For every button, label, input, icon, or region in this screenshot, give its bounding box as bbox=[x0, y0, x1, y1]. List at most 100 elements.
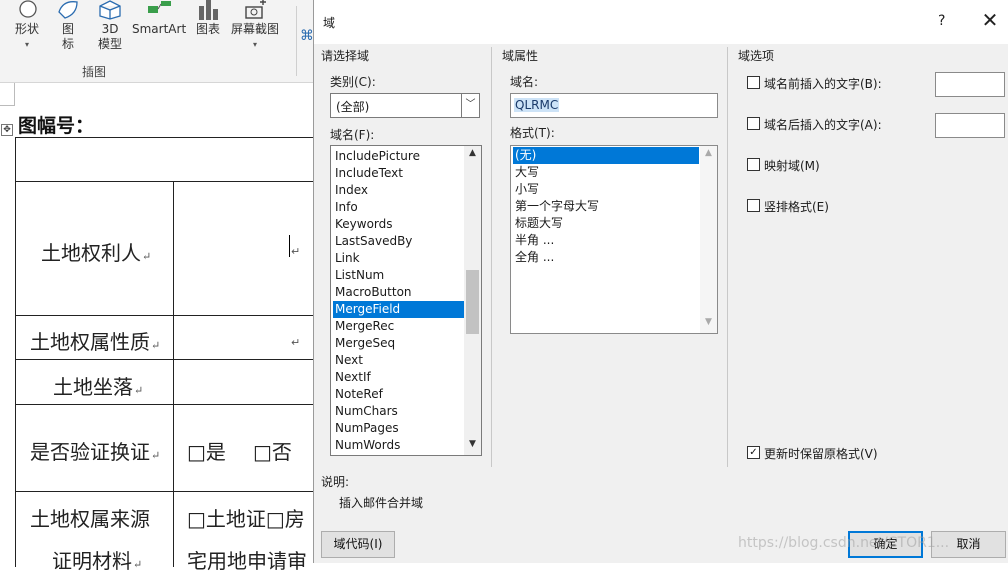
chart-icon bbox=[199, 0, 218, 20]
list-item[interactable]: 标题大写 bbox=[513, 215, 699, 232]
ribbon-3d-label: 3D 模型 bbox=[97, 22, 122, 51]
section-divider bbox=[727, 47, 728, 467]
list-item[interactable]: 半角 ... bbox=[513, 232, 699, 249]
fieldnames-listbox[interactable]: IncludePicture IncludeText Index Info Ke… bbox=[330, 145, 482, 456]
scroll-down-icon[interactable]: ▼ bbox=[700, 317, 717, 331]
scroll-up-icon[interactable]: ▲ bbox=[464, 148, 481, 162]
smartart-icon bbox=[148, 1, 171, 13]
list-item[interactable]: Info bbox=[333, 199, 465, 216]
table-move-handle-icon[interactable]: ✥ bbox=[1, 124, 13, 136]
table-line bbox=[15, 315, 325, 316]
screenshot-icon bbox=[245, 0, 266, 19]
table-line bbox=[15, 137, 325, 138]
list-item[interactable]: ListNum bbox=[333, 267, 465, 284]
ribbon-screenshot-label: 屏幕截图 bbox=[230, 22, 279, 36]
ribbon-smartart-button[interactable]: SmartArt bbox=[132, 0, 186, 37]
close-icon[interactable]: ✕ bbox=[978, 8, 1002, 32]
fieldname-input[interactable]: QLRMC bbox=[510, 93, 718, 118]
ribbon-screenshot-button[interactable]: 屏幕截图 ▾ bbox=[230, 0, 280, 52]
format-label: 格式(T): bbox=[510, 126, 555, 140]
list-item[interactable]: MergeRec bbox=[333, 318, 465, 335]
list-item[interactable]: Link bbox=[333, 250, 465, 267]
field-options-section-title: 域选项 bbox=[738, 49, 775, 63]
ribbon-shapes-label: 形状 bbox=[14, 22, 39, 36]
ribbon-chart-button[interactable]: 图表 bbox=[194, 0, 222, 37]
format-listbox[interactable]: (无) 大写 小写 第一个字母大写 标题大写 半角 ... 全角 ... ▲ ▼ bbox=[510, 145, 718, 334]
list-item[interactable]: MergeSeq bbox=[333, 335, 465, 352]
select-field-section-title: 请选择域 bbox=[321, 49, 370, 63]
scroll-down-icon[interactable]: ▼ bbox=[464, 439, 481, 453]
list-item-selected[interactable]: (无) bbox=[513, 147, 699, 164]
list-item[interactable]: NextIf bbox=[333, 369, 465, 386]
list-item[interactable]: NumPages bbox=[333, 420, 465, 437]
ribbon-3d-model-button[interactable]: 3D 模型 bbox=[96, 0, 124, 52]
list-item[interactable]: 第一个字母大写 bbox=[513, 198, 699, 215]
option-label: 域名前插入的文字(B): bbox=[764, 77, 882, 91]
checkbox[interactable] bbox=[747, 117, 760, 130]
option-label: 域名后插入的文字(A): bbox=[764, 118, 882, 132]
list-item[interactable]: Index bbox=[333, 182, 465, 199]
table-cell-label: 土地权属性质↵ bbox=[30, 330, 161, 354]
list-item[interactable]: LastSavedBy bbox=[333, 233, 465, 250]
checkbox[interactable] bbox=[747, 199, 760, 212]
list-item[interactable]: 全角 ... bbox=[513, 249, 699, 266]
table-line bbox=[15, 491, 325, 492]
checkbox[interactable] bbox=[747, 76, 760, 89]
list-item[interactable]: Keywords bbox=[333, 216, 465, 233]
paragraph-mark: ↵ bbox=[291, 336, 301, 349]
dialog-title-bar[interactable]: 域 ? ✕ bbox=[314, 0, 1008, 44]
text-before-input[interactable] bbox=[935, 72, 1005, 97]
option-label: 映射域(M) bbox=[764, 159, 820, 173]
addins-icon[interactable]: ⌘ bbox=[300, 28, 314, 44]
fieldname-label: 域名: bbox=[510, 75, 539, 89]
description-label: 说明: bbox=[321, 475, 350, 489]
paragraph-mark: ↵ bbox=[291, 245, 301, 258]
ribbon-icons-button[interactable]: 图 标 bbox=[55, 0, 81, 52]
scroll-up-icon[interactable]: ▲ bbox=[700, 148, 717, 162]
list-item[interactable]: IncludeText bbox=[333, 165, 465, 182]
list-item[interactable]: 大写 bbox=[513, 164, 699, 181]
list-item[interactable]: NoteRef bbox=[333, 386, 465, 403]
list-item[interactable]: 小写 bbox=[513, 181, 699, 198]
ribbon-smartart-label: SmartArt bbox=[132, 22, 187, 36]
text-after-input[interactable] bbox=[935, 113, 1005, 138]
checkbox[interactable] bbox=[747, 158, 760, 171]
format-scrollbar[interactable] bbox=[700, 146, 717, 333]
3d-model-icon bbox=[99, 0, 121, 20]
field-codes-button[interactable]: 域代码(I) bbox=[321, 531, 395, 558]
ribbon-icons-label-2: 标 bbox=[61, 37, 74, 51]
dialog-title: 域 bbox=[323, 16, 336, 30]
scrollbar-thumb[interactable] bbox=[466, 270, 479, 334]
category-label: 类别(C): bbox=[330, 75, 376, 89]
section-divider bbox=[491, 47, 492, 467]
chevron-down-icon[interactable]: ﹀ bbox=[461, 94, 479, 117]
document-page[interactable]: ✥ 图幅号： 土地权利人↵ ↵ 土地权属性质↵ ↵ 土地坐落↵ 是否验证换证↵ … bbox=[0, 83, 325, 573]
list-item[interactable]: MacroButton bbox=[333, 284, 465, 301]
checkbox-no-text[interactable]: □否 bbox=[253, 436, 292, 465]
ribbon-chart-label: 图表 bbox=[195, 22, 220, 36]
table-cell-label: 证明材料↵ bbox=[52, 549, 143, 573]
category-value: (全部) bbox=[336, 100, 370, 114]
list-item[interactable]: NumWords bbox=[333, 437, 465, 454]
list-item[interactable]: IncludePicture bbox=[333, 148, 465, 165]
checkbox-yes-text[interactable]: □是 bbox=[187, 436, 226, 465]
help-button[interactable]: ? bbox=[938, 13, 945, 29]
document-table[interactable]: 土地权利人↵ ↵ 土地权属性质↵ ↵ 土地坐落↵ 是否验证换证↵ □是 □否 土… bbox=[15, 137, 325, 573]
margin-marker bbox=[0, 83, 15, 106]
table-line bbox=[173, 181, 174, 567]
category-dropdown[interactable]: (全部) ﹀ bbox=[330, 93, 480, 118]
fieldname-value: QLRMC bbox=[514, 98, 560, 112]
ribbon-group-label: 插图 bbox=[82, 65, 107, 79]
table-cell-label: 土地权属来源 bbox=[30, 507, 150, 531]
list-item[interactable]: Next bbox=[333, 352, 465, 369]
table-cell-label: 是否验证换证↵ bbox=[30, 440, 161, 464]
list-item-selected[interactable]: MergeField bbox=[333, 301, 465, 318]
checkbox-checked[interactable]: ✓ bbox=[747, 446, 760, 459]
document-heading: 图幅号： bbox=[18, 115, 95, 137]
chevron-down-icon: ▾ bbox=[252, 40, 257, 49]
shapes-icon bbox=[19, 0, 37, 18]
description-text: 插入邮件合并域 bbox=[339, 496, 424, 510]
table-line bbox=[15, 137, 16, 567]
ribbon-shapes-button[interactable]: 形状 ▾ bbox=[12, 0, 42, 52]
list-item[interactable]: NumChars bbox=[333, 403, 465, 420]
